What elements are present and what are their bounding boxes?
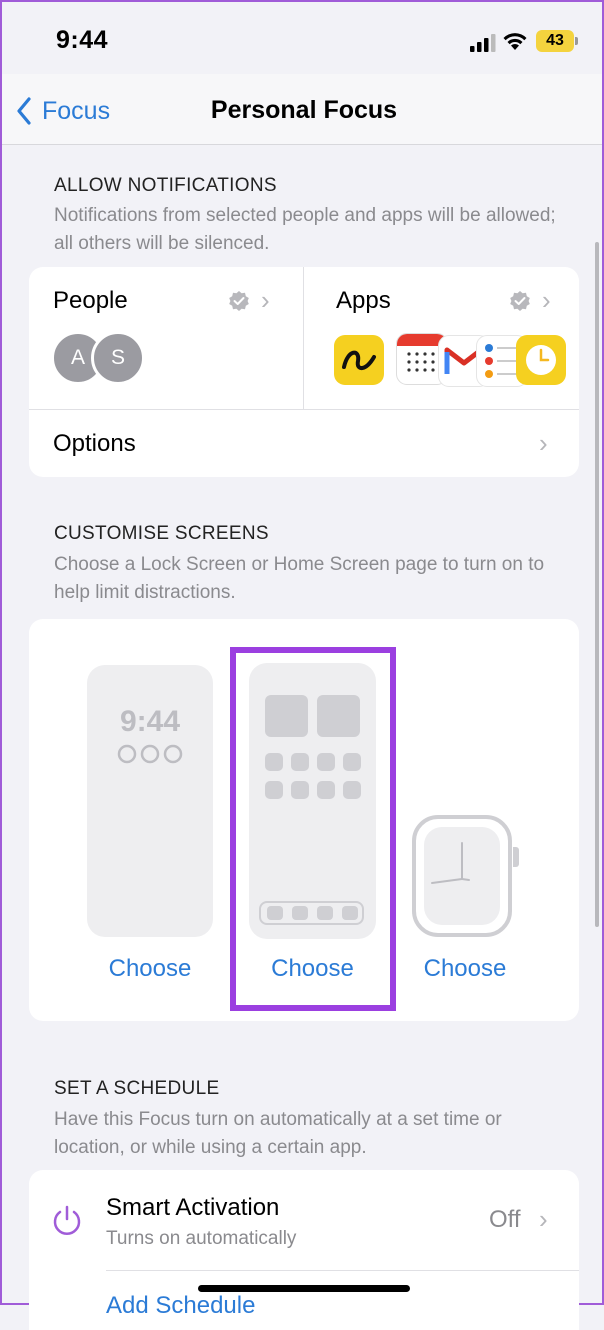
lock-screen-preview[interactable]: 9:44 [87,665,213,937]
choose-lock-screen-button[interactable]: Choose [87,955,213,983]
verified-badge-icon [510,291,530,311]
avatar: S [91,331,145,385]
watch-face-preview[interactable] [412,815,512,937]
widget-circles-icon [117,744,183,764]
divider [106,1270,579,1271]
clock-hands-icon [431,842,470,884]
choose-watch-face-button[interactable]: Choose [407,955,523,983]
app-icon-yellow-swirl [334,335,384,385]
options-row[interactable]: Options › [29,410,579,477]
smart-activation-row[interactable]: Smart Activation Turns on automatically … [29,1170,579,1270]
smart-activation-title: Smart Activation [106,1194,280,1221]
allow-notifications-card: People › A S Apps › Options › [29,267,579,477]
apps-label: Apps [336,287,391,314]
set-schedule-description: Have this Focus turn on automatically at… [54,1109,502,1158]
allow-notifications-header: ALLOW NOTIFICATIONS [54,175,277,196]
apps-cell[interactable]: Apps › [304,267,579,409]
smart-activation-value: Off [489,1206,521,1233]
power-icon [53,1205,81,1235]
lock-screen-time: 9:44 [119,705,181,738]
customise-screens-header: CUSTOMISE SCREENS [54,523,269,544]
scrollbar[interactable] [595,242,599,927]
chevron-right-icon: › [542,285,551,315]
watch-crown [513,847,519,867]
customise-screens-description: Choose a Lock Screen or Home Screen page… [54,554,545,603]
battery-indicator: 43 [536,30,574,52]
people-label: People [53,287,128,314]
page-title: Personal Focus [210,96,398,124]
options-label: Options [53,430,136,457]
customise-screens-card: 9:44 Choose Choose Choose [29,619,579,1021]
clock-app-icon [516,335,566,385]
home-indicator[interactable] [198,1285,410,1292]
signal-icon [470,34,496,52]
status-time: 9:44 [56,26,109,54]
verified-badge-icon [229,291,249,311]
set-schedule-header: SET A SCHEDULE [54,1078,220,1099]
add-schedule-button[interactable]: Add Schedule [106,1292,255,1320]
allow-notifications-description: Notifications from selected people and a… [54,205,556,254]
people-cell[interactable]: People › A S [29,267,303,409]
wifi-icon [503,33,527,50]
smart-activation-subtitle: Turns on automatically [106,1228,297,1249]
chevron-right-icon: › [539,428,548,458]
schedule-card: Smart Activation Turns on automatically … [29,1170,579,1330]
battery-nub [575,37,578,45]
chevron-right-icon: › [539,1204,548,1234]
chevron-right-icon: › [261,285,270,315]
highlight-annotation [230,647,396,1011]
